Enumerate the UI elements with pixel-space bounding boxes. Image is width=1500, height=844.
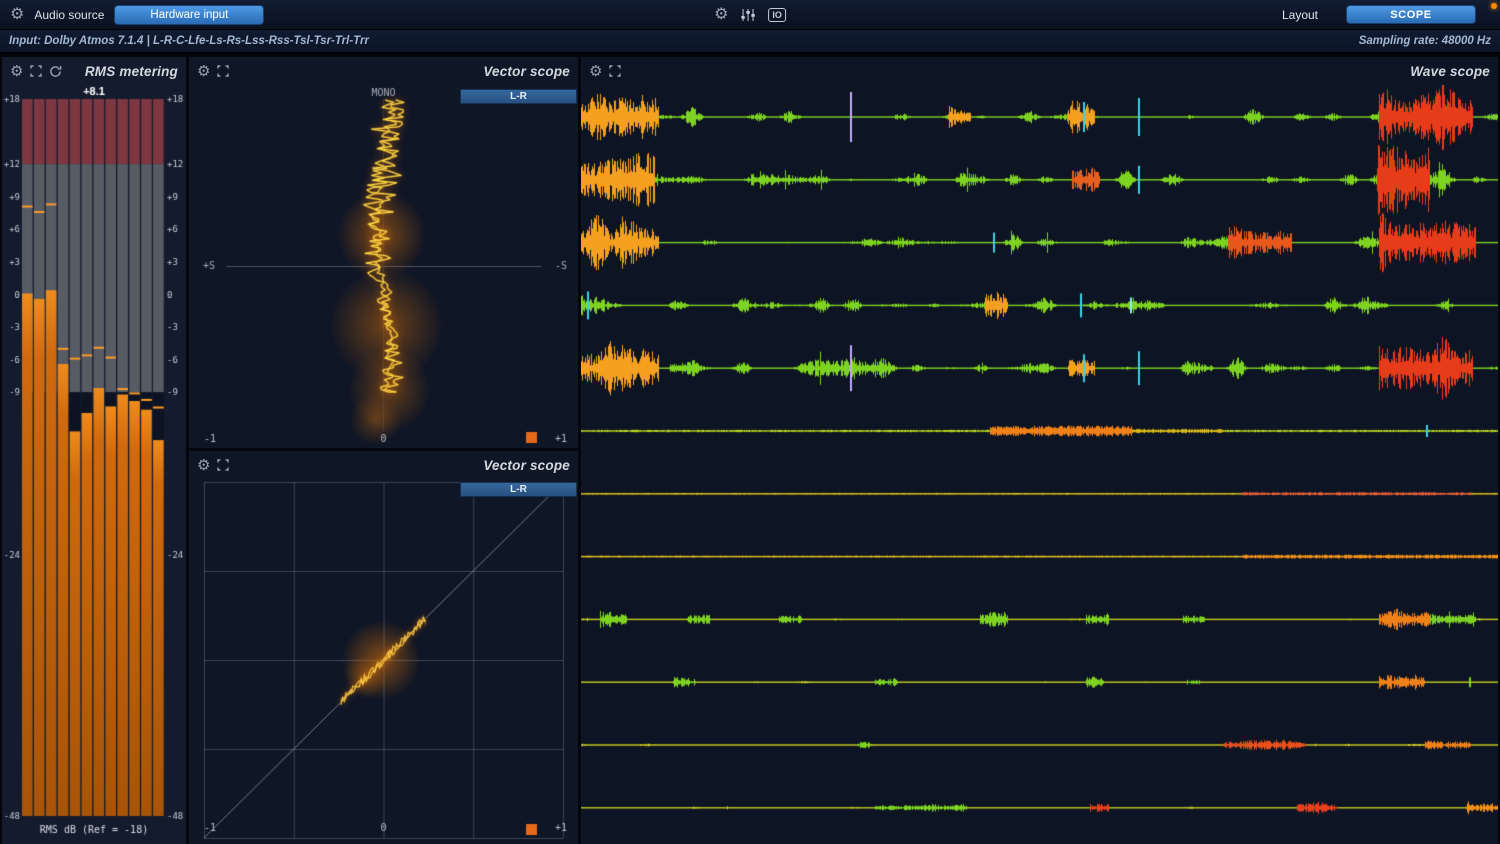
- audio-source-label: Audio source: [34, 8, 104, 22]
- vectorscope-top-panel: ⚙ Vector scope L-R: [189, 57, 578, 448]
- vectorscope-top-header: ⚙ Vector scope: [189, 57, 578, 85]
- rms-metering-panel: ⚙ RMS metering: [2, 57, 186, 844]
- vectorscope-bottom-header: ⚙ Vector scope: [189, 451, 578, 479]
- vectorscope-top-title: Vector scope: [483, 64, 570, 79]
- scope-button[interactable]: SCOPE: [1346, 5, 1476, 24]
- rms-fullscreen-icon[interactable]: [30, 65, 42, 77]
- toolbar-right-group: Layout SCOPE: [1282, 5, 1490, 24]
- toolbar-left-group: ⚙ Audio source Hardware input: [10, 5, 264, 25]
- vectorscope-bottom-panel: ⚙ Vector scope L-R: [189, 451, 578, 844]
- rms-reset-refresh-icon[interactable]: [49, 65, 62, 78]
- input-format-text: Input: Dolby Atmos 7.1.4 | L-R-C-Lfe-Ls-…: [9, 35, 369, 47]
- wave-scope-header: ⚙ Wave scope: [581, 57, 1498, 85]
- io-routing-icon[interactable]: IO: [768, 8, 786, 22]
- vectorscope-bottom-mode-button[interactable]: L-R: [460, 482, 577, 497]
- status-indicator-dot: [1491, 3, 1497, 9]
- rms-panel-title: RMS metering: [85, 64, 178, 79]
- toolbar-center-group: ⚙ IO: [714, 7, 786, 23]
- vectorscope-top-fullscreen-icon[interactable]: [217, 65, 229, 77]
- hardware-input-button[interactable]: Hardware input: [114, 5, 264, 25]
- rms-meter-display: [2, 85, 186, 844]
- vectorscope-bottom-fullscreen-icon[interactable]: [217, 459, 229, 471]
- wave-scope-panel: ⚙ Wave scope: [581, 57, 1498, 844]
- vectorscope-bottom-title: Vector scope: [483, 458, 570, 473]
- mixer-sliders-icon[interactable]: [740, 8, 756, 22]
- sampling-rate-text: Sampling rate: 48000 Hz: [1359, 35, 1491, 47]
- wave-scope-fullscreen-icon[interactable]: [609, 65, 621, 77]
- preferences-gear-icon[interactable]: ⚙: [714, 7, 728, 23]
- rms-settings-gear-icon[interactable]: ⚙: [10, 64, 23, 79]
- rms-panel-header: ⚙ RMS metering: [2, 57, 186, 85]
- vectorscope-bottom-display: [189, 479, 578, 844]
- input-info-bar: Input: Dolby Atmos 7.1.4 | L-R-C-Lfe-Ls-…: [0, 30, 1500, 53]
- vectorscope-top-mode-button[interactable]: L-R: [460, 89, 577, 104]
- wave-scope-title: Wave scope: [1410, 64, 1490, 79]
- wave-scope-display: [581, 85, 1498, 844]
- wave-scope-gear-icon[interactable]: ⚙: [589, 64, 602, 79]
- audio-source-gear-icon[interactable]: ⚙: [10, 7, 24, 23]
- middle-column: ⚙ Vector scope L-R ⚙ Vector scope: [189, 57, 578, 844]
- vectorscope-bottom-gear-icon[interactable]: ⚙: [197, 458, 210, 473]
- vectorscope-top-gear-icon[interactable]: ⚙: [197, 64, 210, 79]
- main-content: ⚙ RMS metering ⚙ Vecto: [0, 53, 1500, 844]
- audio-analyzer-app: ⚙ Audio source Hardware input ⚙ IO: [0, 0, 1500, 844]
- top-toolbar: ⚙ Audio source Hardware input ⚙ IO: [0, 0, 1500, 30]
- layout-button[interactable]: Layout: [1282, 8, 1318, 22]
- vectorscope-top-display: [189, 85, 578, 448]
